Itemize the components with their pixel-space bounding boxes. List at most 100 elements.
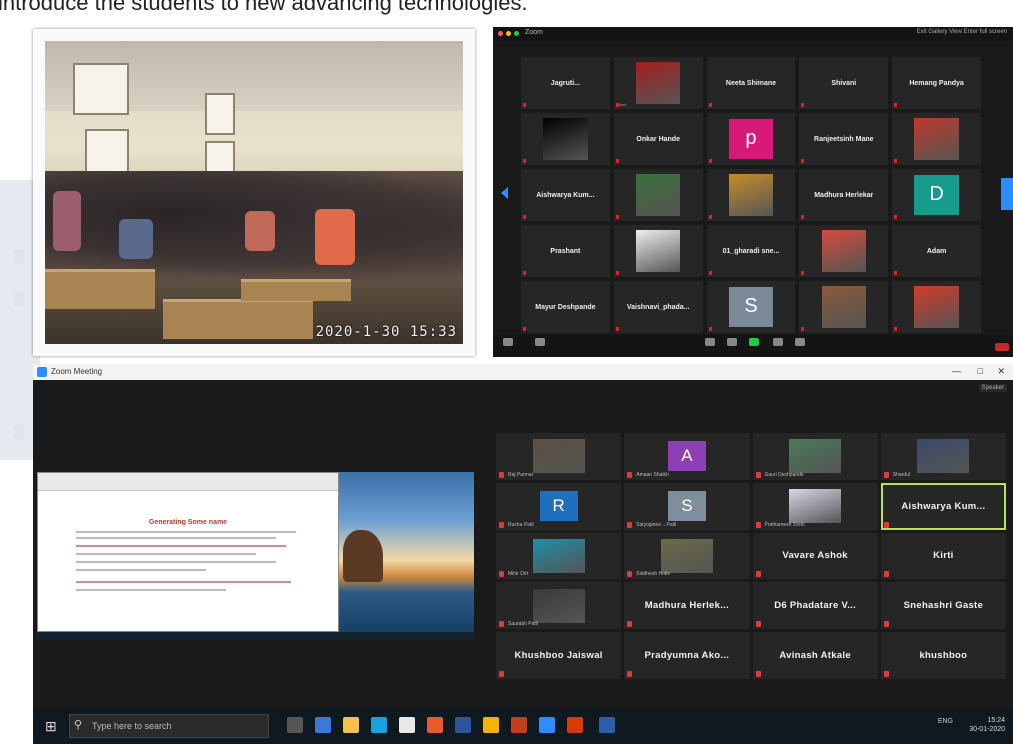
maximize-icon[interactable]: □ xyxy=(978,366,983,376)
view-toggle-button[interactable]: Speaker xyxy=(978,384,1007,392)
reactions-icon[interactable] xyxy=(795,338,805,346)
participant-tile[interactable]: Prathamesh Joshi xyxy=(752,482,878,530)
app-icon[interactable] xyxy=(427,717,443,733)
word-icon[interactable] xyxy=(455,717,471,733)
participant-tile[interactable]: Vavare Ashok xyxy=(752,532,878,580)
participant-tile[interactable] xyxy=(892,281,981,333)
participant-tile[interactable]: Onkar Hande xyxy=(613,113,703,165)
participant-tile[interactable]: Snehashri Gaste xyxy=(880,582,1006,630)
participant-tile[interactable]: p xyxy=(706,113,796,165)
participant-tile[interactable]: Mihir Dirt xyxy=(496,532,622,580)
mute-icon[interactable] xyxy=(503,338,513,346)
background-square xyxy=(14,425,24,439)
participant-tile[interactable]: Madhura Herlekar xyxy=(799,169,889,221)
participant-tile[interactable]: Shardul xyxy=(880,433,1006,480)
windows-start-icon[interactable]: ⊞ xyxy=(45,718,57,735)
next-page-button[interactable] xyxy=(1001,178,1013,210)
participant-tile[interactable]: S xyxy=(706,281,796,333)
participant-tile[interactable] xyxy=(613,169,703,221)
participant-name: Ranjeetsinh Mane xyxy=(814,135,874,143)
participant-tile[interactable]: Shivani xyxy=(799,57,889,109)
video-icon[interactable] xyxy=(535,338,545,346)
participant-tile[interactable]: Khushboo Jaiswal xyxy=(496,632,622,679)
participant-tile[interactable]: Adam xyxy=(892,225,981,277)
muted-mic-icon xyxy=(883,471,889,478)
participant-tile[interactable]: D xyxy=(892,169,981,221)
participant-tile[interactable]: S Saiyoginee ...Patil xyxy=(624,482,750,530)
photo-desk xyxy=(163,299,313,339)
muted-mic-icon xyxy=(801,159,805,163)
participant-tile[interactable]: Ranjeetsinh Mane xyxy=(799,113,889,165)
participants-icon[interactable] xyxy=(705,338,715,346)
participant-tile[interactable]: Yash xyxy=(613,57,703,109)
participant-tile[interactable]: A Amaan Shaikh xyxy=(624,433,750,480)
mail-icon[interactable] xyxy=(399,717,415,733)
participant-tile[interactable] xyxy=(521,113,610,165)
person-photo xyxy=(636,174,681,216)
document-line xyxy=(76,537,276,539)
active-app-icon[interactable] xyxy=(599,717,615,733)
participant-tile[interactable]: Pradyumna Ako... xyxy=(624,632,750,679)
end-meeting-button[interactable] xyxy=(995,343,1009,351)
participant-name: Hemang Pandya xyxy=(909,79,964,87)
participant-tile[interactable]: Vaishnavi_phada... xyxy=(613,281,703,333)
participant-tile[interactable]: Hemang Pandya xyxy=(892,57,981,109)
participant-tile[interactable]: Neeta Shimane xyxy=(706,57,796,109)
powerpoint-icon[interactable] xyxy=(511,717,527,733)
participant-tile[interactable] xyxy=(799,225,889,277)
chat-icon[interactable] xyxy=(727,338,737,346)
photo-window xyxy=(205,93,235,135)
participant-tile[interactable]: Aishwarya Kum... xyxy=(521,169,610,221)
gallery-view-controls[interactable]: Exit Gallery View Enter full screen xyxy=(917,29,1007,35)
record-icon[interactable] xyxy=(773,338,783,346)
minimize-dot[interactable] xyxy=(506,31,511,36)
participant-tile[interactable]: Prashant xyxy=(521,225,610,277)
participant-initial-avatar: S xyxy=(667,491,706,522)
store-icon[interactable] xyxy=(371,717,387,733)
app-icon[interactable] xyxy=(567,717,583,733)
zoom-app-icon[interactable] xyxy=(539,717,555,733)
participant-tile[interactable]: Avinash Atkale xyxy=(752,632,878,679)
participant-label: Siddhesh Hotle xyxy=(636,571,671,578)
close-dot[interactable] xyxy=(498,31,503,36)
participant-tile[interactable] xyxy=(613,225,703,277)
person-photo xyxy=(789,439,842,474)
participant-tile[interactable] xyxy=(799,281,889,333)
muted-mic-icon xyxy=(801,103,805,107)
muted-mic-icon xyxy=(894,271,898,275)
muted-mic-icon xyxy=(883,571,889,578)
taskbar-search-box[interactable]: ⚲ Type here to search xyxy=(69,714,269,738)
classroom-photo: 2020-1-30 15:33 xyxy=(45,41,463,344)
system-tray[interactable]: ENG xyxy=(938,718,953,725)
participant-grid: Raj Parmar A Amaan Shaikh Gauri Deshpande Sh… xyxy=(496,433,1006,679)
participant-tile[interactable]: Mayur Deshpande xyxy=(521,281,610,333)
participant-tile[interactable]: Madhura Herlek... xyxy=(624,582,750,630)
edge-browser-icon[interactable] xyxy=(315,717,331,733)
close-icon[interactable]: ✕ xyxy=(997,366,1005,377)
participant-tile[interactable]: Jagruti... xyxy=(521,57,610,109)
participant-name: Madhura Herlek... xyxy=(644,600,730,612)
participant-tile[interactable]: Siddhesh Hotle xyxy=(624,532,750,580)
participant-tile[interactable] xyxy=(892,113,981,165)
minimize-icon[interactable]: — xyxy=(952,366,961,376)
participant-initial-avatar: R xyxy=(539,491,578,522)
prev-page-arrow-icon[interactable] xyxy=(501,187,508,199)
participant-tile[interactable]: Saurabh Patil xyxy=(496,582,622,630)
chrome-icon[interactable] xyxy=(483,717,499,733)
file-explorer-icon[interactable] xyxy=(343,717,359,733)
participant-tile[interactable]: khushboo xyxy=(880,632,1006,679)
participant-tile[interactable]: Kirti xyxy=(880,532,1006,580)
taskbar-clock[interactable]: 15:24 30-01-2020 xyxy=(969,716,1005,734)
participant-tile[interactable]: Gauri Deshpande xyxy=(752,433,878,480)
participant-tile[interactable]: D6 Phadatare V... xyxy=(752,582,878,630)
share-screen-icon[interactable] xyxy=(749,338,759,346)
participant-tile[interactable] xyxy=(706,169,796,221)
photo-desk xyxy=(241,279,351,301)
maximize-dot[interactable] xyxy=(514,31,519,36)
participant-tile[interactable]: Raj Parmar xyxy=(496,433,622,480)
muted-mic-icon xyxy=(499,571,504,578)
task-view-icon[interactable] xyxy=(287,717,303,733)
participant-tile[interactable]: 01_gharadi sne... xyxy=(706,225,796,277)
participant-tile[interactable]: Aishwarya Kum... xyxy=(880,482,1006,530)
participant-tile[interactable]: R Rucha Patil xyxy=(496,482,622,530)
